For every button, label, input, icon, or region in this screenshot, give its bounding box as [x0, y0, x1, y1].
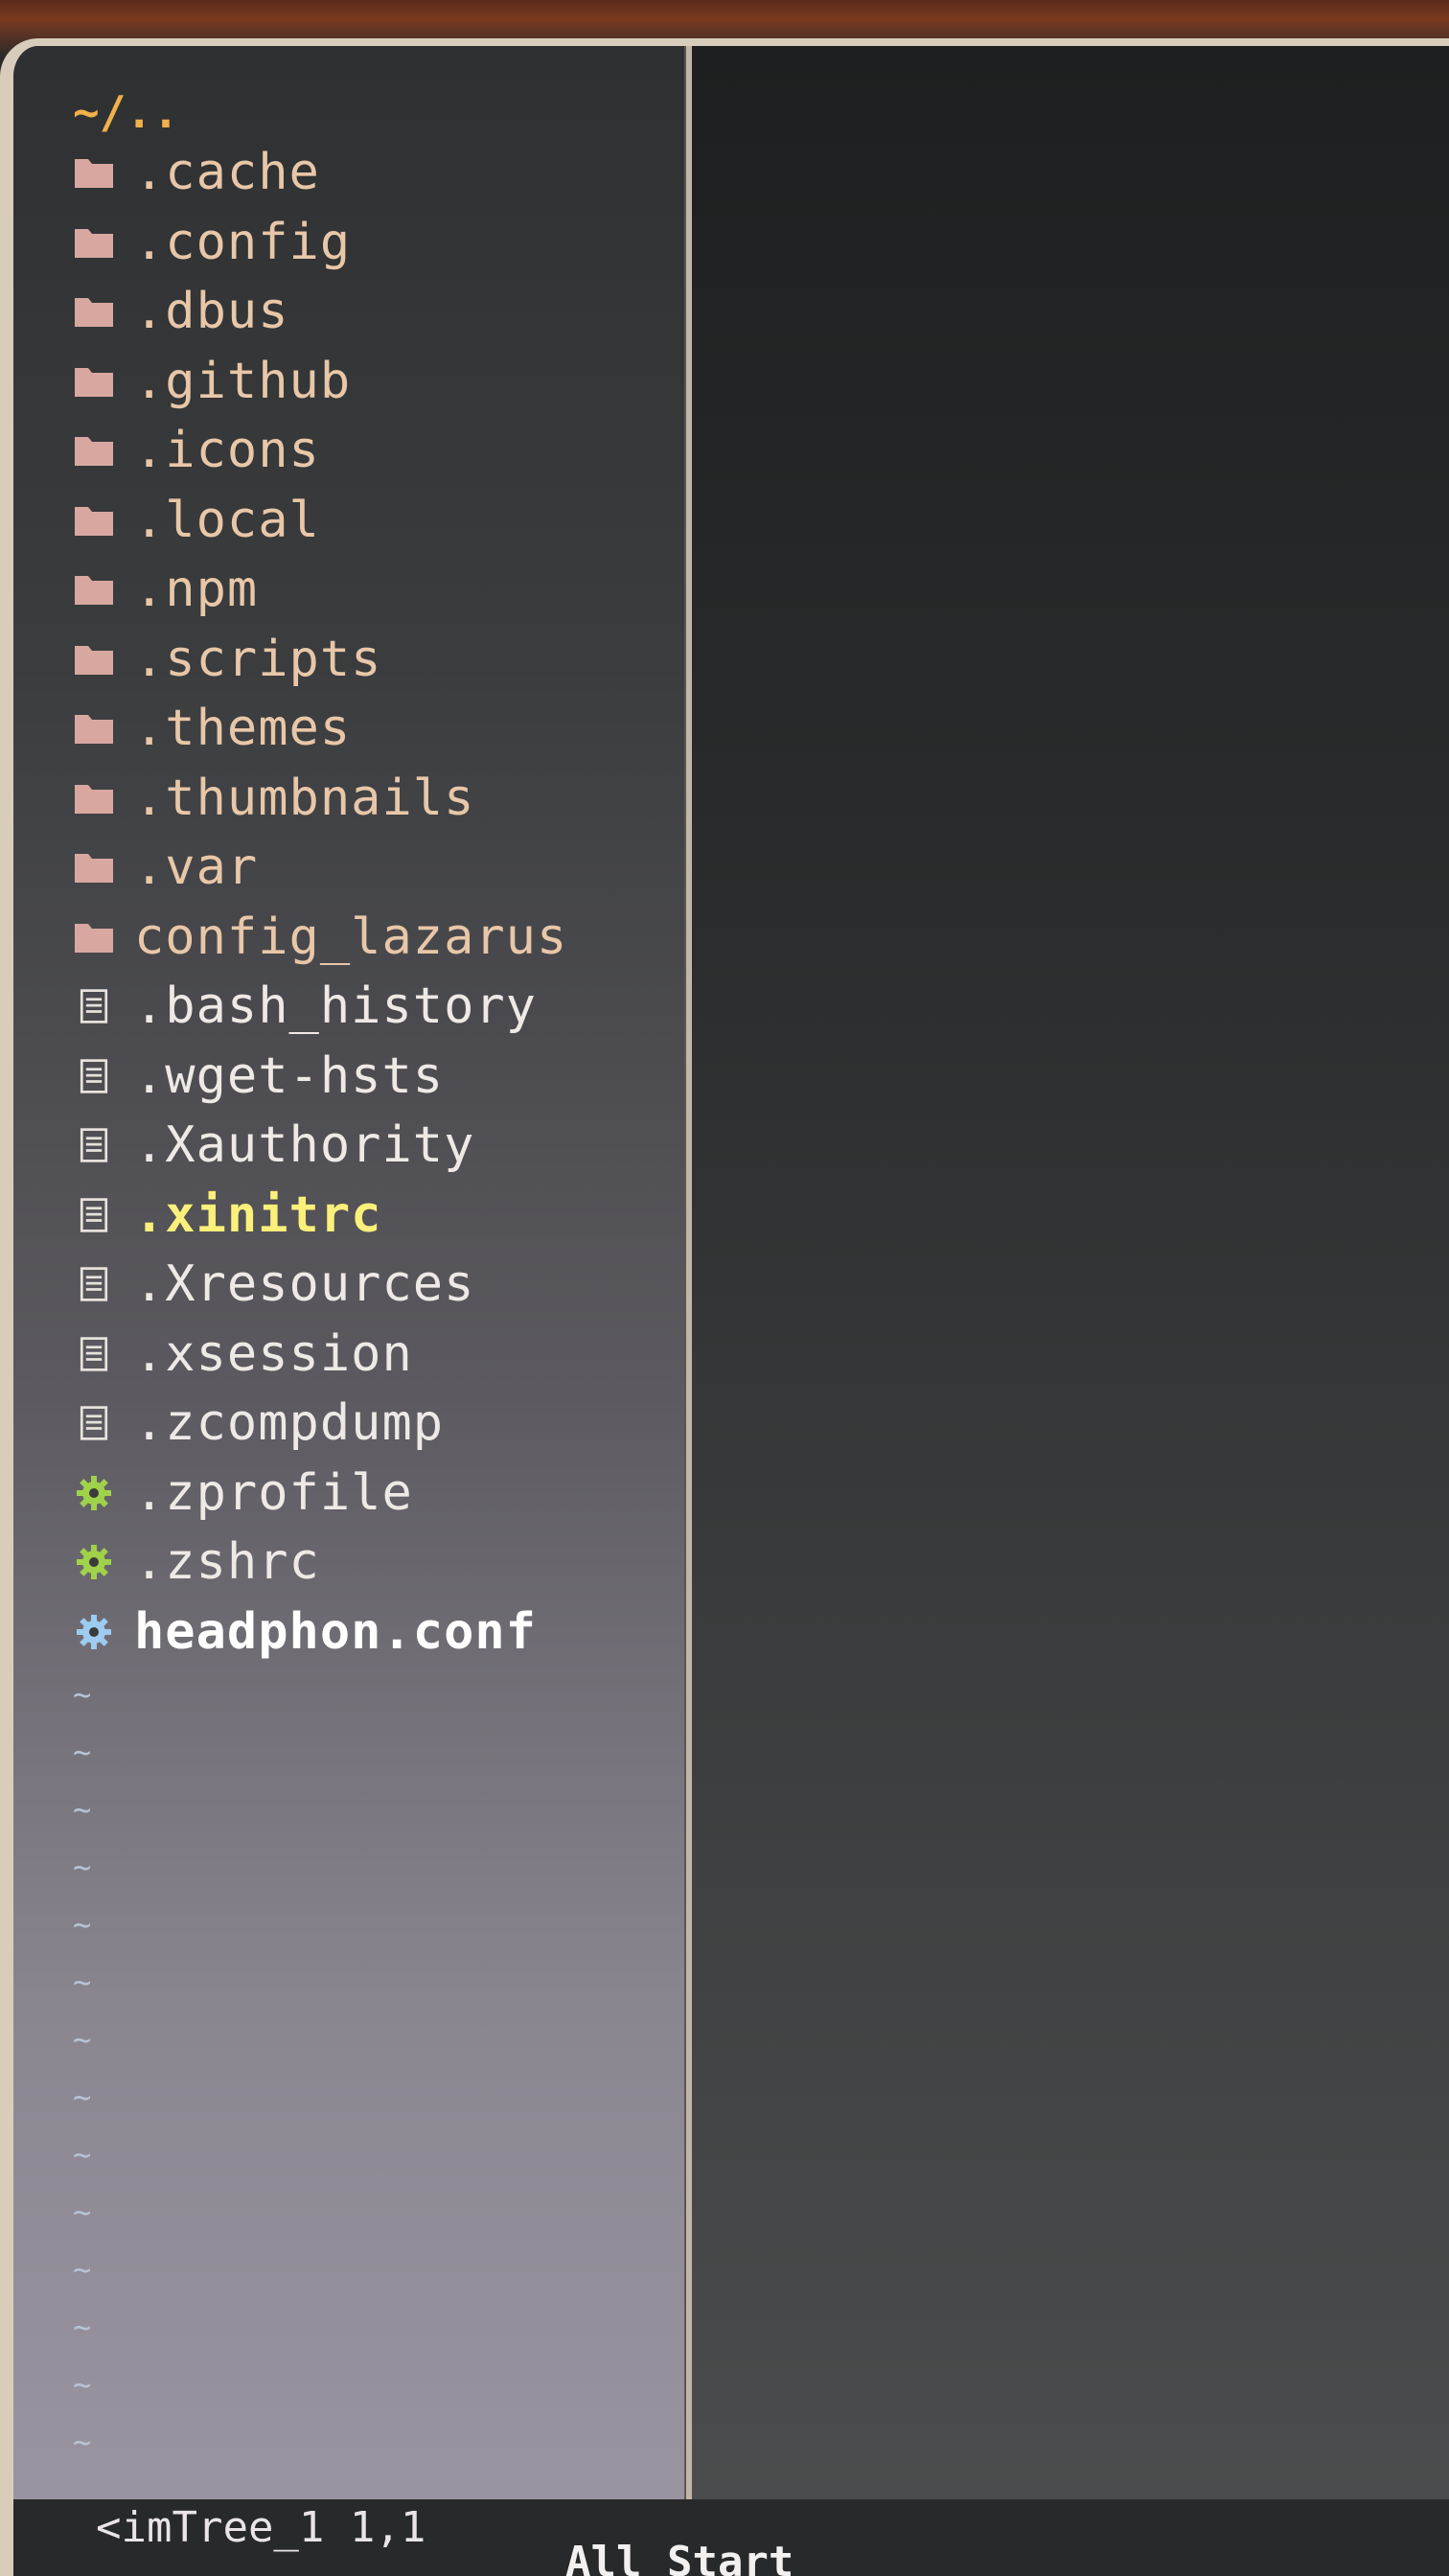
- status-line: <imTree_1 1,1 All Start: [13, 2499, 1449, 2576]
- file-tree-list: .cache .config .dbus .github .icons .local .np…: [73, 138, 567, 1667]
- gear-icon: [73, 1613, 115, 1651]
- tree-item-label: .Xauthority: [134, 1116, 475, 1175]
- tree-item-folder[interactable]: .local: [73, 486, 567, 556]
- status-buffer-name: <imTree_1 1,1: [96, 2503, 426, 2552]
- tree-item-folder[interactable]: .scripts: [73, 625, 567, 695]
- file-icon: [73, 1265, 115, 1303]
- empty-line-tilde: ~: [73, 2079, 92, 2115]
- file-icon: [73, 1404, 115, 1442]
- file-icon: [73, 987, 115, 1025]
- status-position: All Start: [565, 2538, 794, 2576]
- folder-icon: [73, 223, 115, 262]
- terminal-window: ~/.. .cache .config .dbus .github .icons .loc…: [0, 38, 1449, 2576]
- tree-header-path: ~/..: [73, 86, 179, 138]
- folder-icon: [73, 779, 115, 817]
- folder-icon: [73, 709, 115, 748]
- tree-item-label: .zshrc: [134, 1533, 320, 1592]
- folder-icon: [73, 431, 115, 470]
- tree-item-label: .cache: [134, 144, 320, 202]
- empty-line-markers: ~ ~ ~ ~ ~ ~ ~ ~ ~ ~ ~ ~ ~ ~: [73, 1666, 91, 2471]
- empty-line-tilde: ~: [73, 2194, 92, 2230]
- empty-line-tilde: ~: [73, 2136, 92, 2173]
- tree-item-folder[interactable]: .icons: [73, 416, 567, 486]
- tree-item-label: config_lazarus: [134, 908, 568, 966]
- empty-line-tilde: ~: [73, 2366, 92, 2403]
- folder-icon: [73, 918, 115, 956]
- tree-item-label: .Xresources: [134, 1255, 475, 1314]
- tree-item-file[interactable]: .xinitrc: [73, 1181, 567, 1251]
- tree-item-folder[interactable]: .thumbnails: [73, 764, 567, 834]
- folder-icon: [73, 362, 115, 401]
- tree-item-folder[interactable]: .dbus: [73, 277, 567, 347]
- empty-line-tilde: ~: [73, 1734, 92, 1770]
- empty-line-tilde: ~: [73, 1906, 92, 1943]
- file-tree-pane[interactable]: ~/.. .cache .config .dbus .github .icons .loc…: [13, 46, 684, 2499]
- empty-line-tilde: ~: [73, 1849, 92, 1885]
- tree-item-file[interactable]: .xsession: [73, 1320, 567, 1390]
- tree-item-label: .var: [134, 839, 259, 897]
- gear-icon: [73, 1543, 115, 1581]
- folder-icon: [73, 501, 115, 540]
- tree-item-file[interactable]: .zshrc: [73, 1528, 567, 1598]
- tree-item-label: .config: [134, 213, 352, 271]
- tree-item-label: .wget-hsts: [134, 1046, 445, 1105]
- tree-item-folder[interactable]: .var: [73, 833, 567, 903]
- gear-icon: [73, 1474, 115, 1512]
- tree-item-label: .scripts: [134, 630, 382, 688]
- tree-item-file[interactable]: .wget-hsts: [73, 1042, 567, 1112]
- tree-item-label: .bash_history: [134, 978, 537, 1036]
- tree-item-label: .local: [134, 491, 320, 549]
- empty-line-tilde: ~: [73, 2021, 92, 2058]
- folder-icon: [73, 640, 115, 678]
- tree-item-file[interactable]: .Xauthority: [73, 1111, 567, 1181]
- tree-item-label: .thumbnails: [134, 769, 475, 827]
- tree-item-file[interactable]: .zcompdump: [73, 1389, 567, 1459]
- tree-item-folder[interactable]: .config: [73, 208, 567, 278]
- empty-line-tilde: ~: [73, 1791, 92, 1828]
- window-split-divider[interactable]: [684, 46, 692, 2499]
- tree-item-folder[interactable]: .themes: [73, 694, 567, 764]
- tree-item-file[interactable]: headphon.conf: [73, 1598, 567, 1668]
- empty-line-tilde: ~: [73, 1676, 92, 1713]
- tree-item-file[interactable]: .zprofile: [73, 1459, 567, 1529]
- file-icon: [73, 1057, 115, 1095]
- file-icon: [73, 1335, 115, 1373]
- tree-item-label: .xsession: [134, 1324, 413, 1383]
- folder-icon: [73, 848, 115, 886]
- tree-item-label: .dbus: [134, 283, 289, 341]
- tree-item-folder[interactable]: .github: [73, 347, 567, 417]
- tree-item-label: .themes: [134, 700, 352, 758]
- tree-item-label: .xinitrc: [134, 1185, 382, 1244]
- tree-item-label: headphon.conf: [134, 1602, 537, 1661]
- tree-item-file[interactable]: .bash_history: [73, 972, 567, 1042]
- file-icon: [73, 1196, 115, 1234]
- folder-icon: [73, 153, 115, 192]
- file-icon: [73, 1126, 115, 1164]
- tree-item-label: .zcompdump: [134, 1394, 445, 1453]
- tree-item-folder[interactable]: config_lazarus: [73, 903, 567, 973]
- tree-item-label: .zprofile: [134, 1463, 413, 1522]
- empty-line-tilde: ~: [73, 2309, 92, 2345]
- empty-line-tilde: ~: [73, 2424, 92, 2460]
- empty-line-tilde: ~: [73, 2251, 92, 2288]
- folder-icon: [73, 292, 115, 331]
- screen: ~/.. .cache .config .dbus .github .icons .loc…: [0, 0, 1449, 2576]
- tree-item-label: .icons: [134, 422, 320, 480]
- tree-item-label: .npm: [134, 561, 259, 619]
- folder-icon: [73, 570, 115, 609]
- tree-item-folder[interactable]: .cache: [73, 138, 567, 208]
- tree-item-label: .github: [134, 352, 352, 410]
- tree-item-file[interactable]: .Xresources: [73, 1250, 567, 1320]
- empty-line-tilde: ~: [73, 1964, 92, 2000]
- tree-item-folder[interactable]: .npm: [73, 555, 567, 625]
- editor-pane[interactable]: [692, 46, 1449, 2499]
